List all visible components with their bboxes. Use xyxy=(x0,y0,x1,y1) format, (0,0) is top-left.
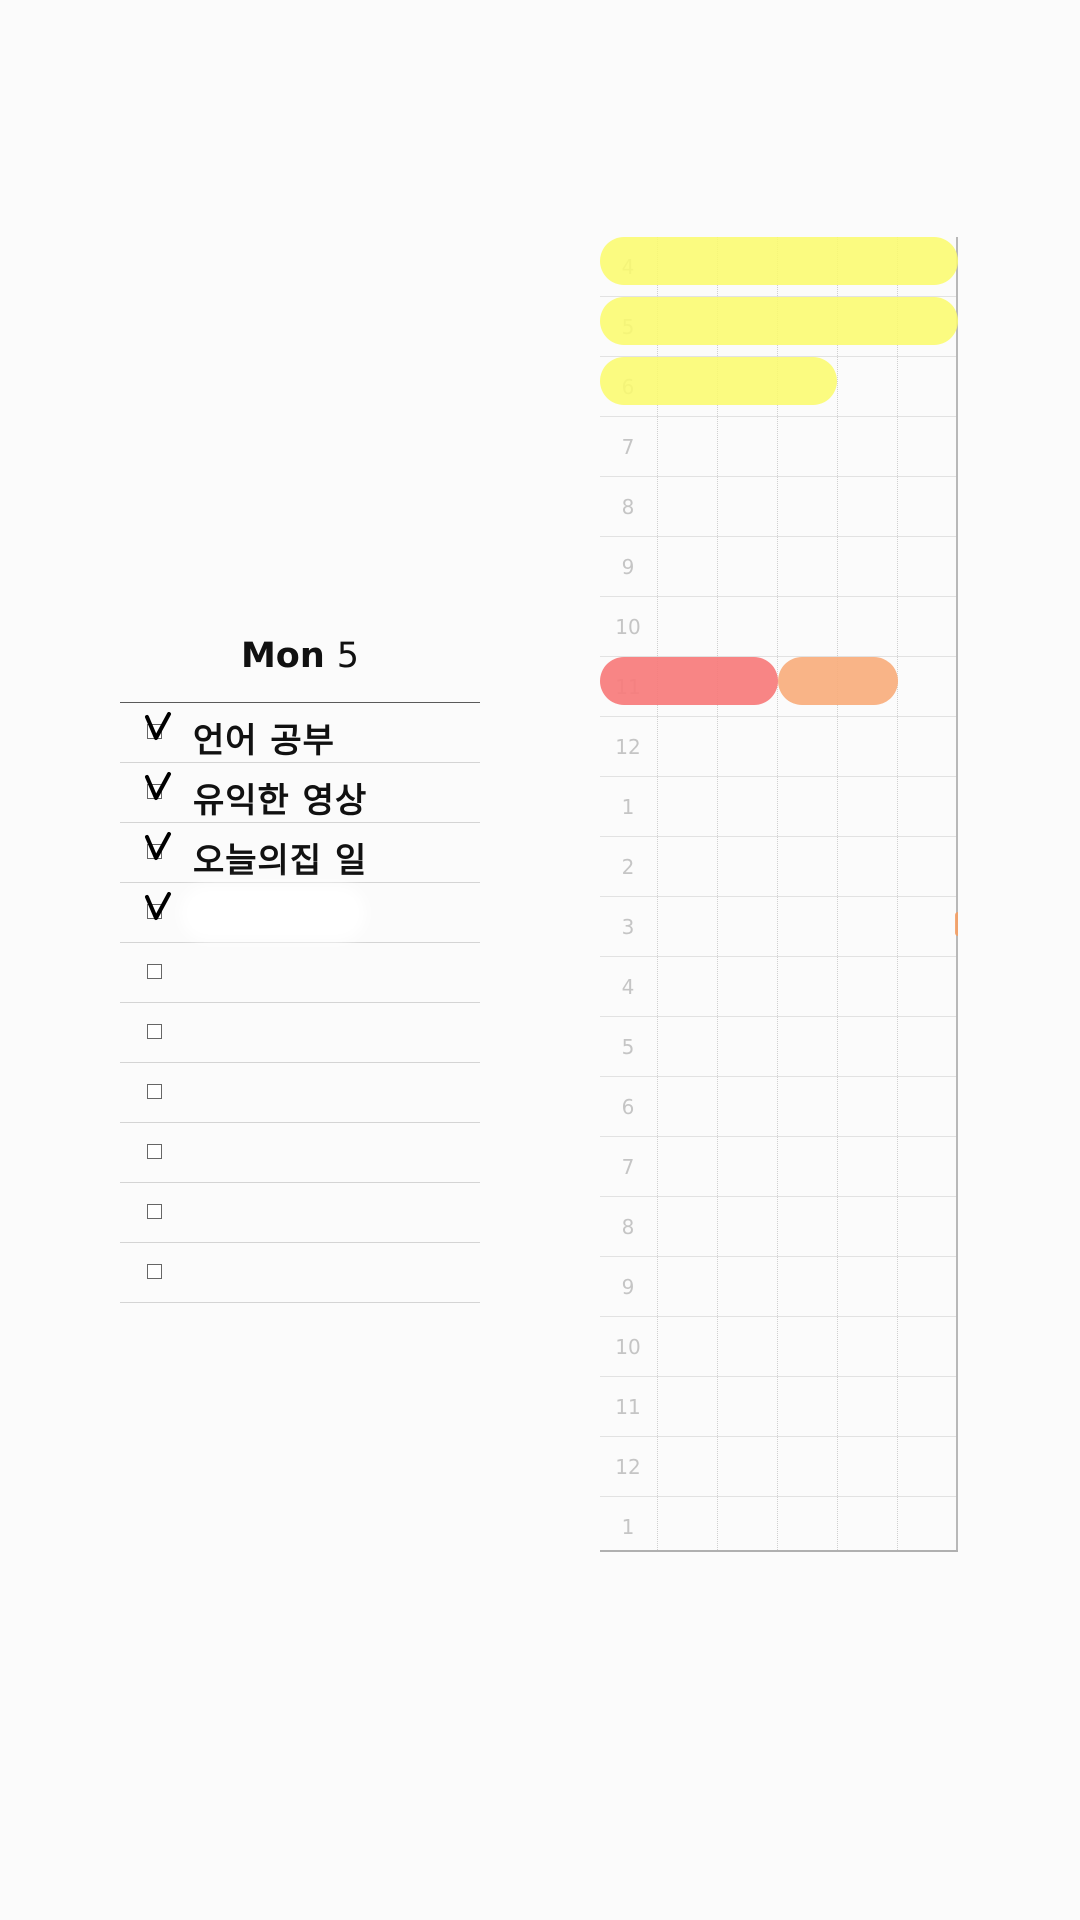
daily-checklist: Mon 5 언어 공부 유익한 영상 오늘의집 일 xyxy=(120,610,480,1303)
hour-row[interactable]: 12 xyxy=(600,717,958,777)
grid-line xyxy=(717,237,718,1552)
time-block-red[interactable] xyxy=(600,657,778,705)
task-checkbox[interactable] xyxy=(147,1204,162,1219)
timetable-grid[interactable]: 4 5 6 7 8 9 10 11 12 1 2 3 4 5 6 7 8 9 1… xyxy=(600,237,958,1552)
grid-bottom-line xyxy=(600,1550,958,1552)
hour-row[interactable]: 3 xyxy=(600,897,958,957)
task-row[interactable] xyxy=(120,943,480,1003)
grid-line xyxy=(657,237,658,1552)
task-row[interactable] xyxy=(120,1123,480,1183)
hour-row[interactable]: 1 xyxy=(600,777,958,837)
hour-row[interactable]: 10 xyxy=(600,597,958,657)
task-checkbox[interactable] xyxy=(147,1264,162,1279)
hour-row[interactable]: 1 xyxy=(600,1497,958,1552)
hour-label: 12 xyxy=(615,735,641,759)
hour-label: 1 xyxy=(621,1515,635,1539)
hour-row[interactable]: 8 xyxy=(600,477,958,537)
time-block-orange[interactable] xyxy=(778,657,898,705)
task-row[interactable] xyxy=(120,1063,480,1123)
hour-label: 5 xyxy=(621,1035,635,1059)
hour-label: 9 xyxy=(621,1275,635,1299)
hour-label: 12 xyxy=(615,1455,641,1479)
hour-row[interactable]: 9 xyxy=(600,1257,958,1317)
task-row[interactable] xyxy=(120,1183,480,1243)
time-block-orange-edge[interactable] xyxy=(955,912,958,936)
hour-label: 8 xyxy=(621,1215,635,1239)
hour-label: 7 xyxy=(621,435,635,459)
hour-row[interactable]: 11 xyxy=(600,1377,958,1437)
task-checkbox[interactable] xyxy=(147,1084,162,1099)
checkmark-icon xyxy=(145,712,171,740)
checkmark-icon xyxy=(145,772,171,800)
grid-line xyxy=(837,237,838,1552)
hour-label: 4 xyxy=(621,975,635,999)
grid-line xyxy=(897,237,898,1552)
task-row[interactable] xyxy=(120,1243,480,1303)
hour-label: 8 xyxy=(621,495,635,519)
task-checkbox[interactable] xyxy=(147,1144,162,1159)
checkmark-icon xyxy=(145,832,171,860)
time-block-yellow[interactable] xyxy=(600,297,958,345)
task-label: 오늘의집 일 xyxy=(193,841,368,881)
hour-label: 9 xyxy=(621,555,635,579)
hour-row[interactable]: 7 xyxy=(600,1137,958,1197)
hour-label: 2 xyxy=(621,855,635,879)
task-label: 유익한 영상 xyxy=(193,781,368,821)
hour-row[interactable]: 2 xyxy=(600,837,958,897)
time-block-yellow[interactable] xyxy=(600,357,837,405)
hour-row[interactable]: 12 xyxy=(600,1437,958,1497)
date-label: 5 xyxy=(336,636,360,676)
hour-label: 7 xyxy=(621,1155,635,1179)
day-header: Mon 5 xyxy=(120,610,480,703)
hour-label: 10 xyxy=(615,615,641,639)
checkmark-icon xyxy=(145,892,171,920)
hour-row[interactable]: 5 xyxy=(600,1017,958,1077)
hour-row[interactable]: 6 xyxy=(600,1077,958,1137)
time-block-yellow[interactable] xyxy=(600,237,958,285)
task-row[interactable]: 오늘의집 일 xyxy=(120,823,480,883)
hour-row[interactable]: 7 xyxy=(600,417,958,477)
task-row[interactable] xyxy=(120,1003,480,1063)
hour-label: 3 xyxy=(621,915,635,939)
task-label: 언어 공부 xyxy=(193,721,335,761)
task-row[interactable]: 유익한 영상 xyxy=(120,763,480,823)
grid-line xyxy=(777,237,778,1552)
hour-row[interactable]: 10 xyxy=(600,1317,958,1377)
hour-row[interactable]: 8 xyxy=(600,1197,958,1257)
task-row[interactable] xyxy=(120,883,480,943)
hour-row[interactable]: 9 xyxy=(600,537,958,597)
task-label-redacted xyxy=(188,893,358,933)
task-row[interactable]: 언어 공부 xyxy=(120,703,480,763)
hour-label: 1 xyxy=(621,795,635,819)
hour-label: 6 xyxy=(621,1095,635,1119)
task-checkbox[interactable] xyxy=(147,1024,162,1039)
hour-row[interactable]: 4 xyxy=(600,957,958,1017)
weekday-label: Mon xyxy=(240,636,325,676)
task-checkbox[interactable] xyxy=(147,964,162,979)
grid-edge-line xyxy=(956,237,958,1552)
hour-label: 11 xyxy=(615,1395,641,1419)
hour-label: 10 xyxy=(615,1335,641,1359)
